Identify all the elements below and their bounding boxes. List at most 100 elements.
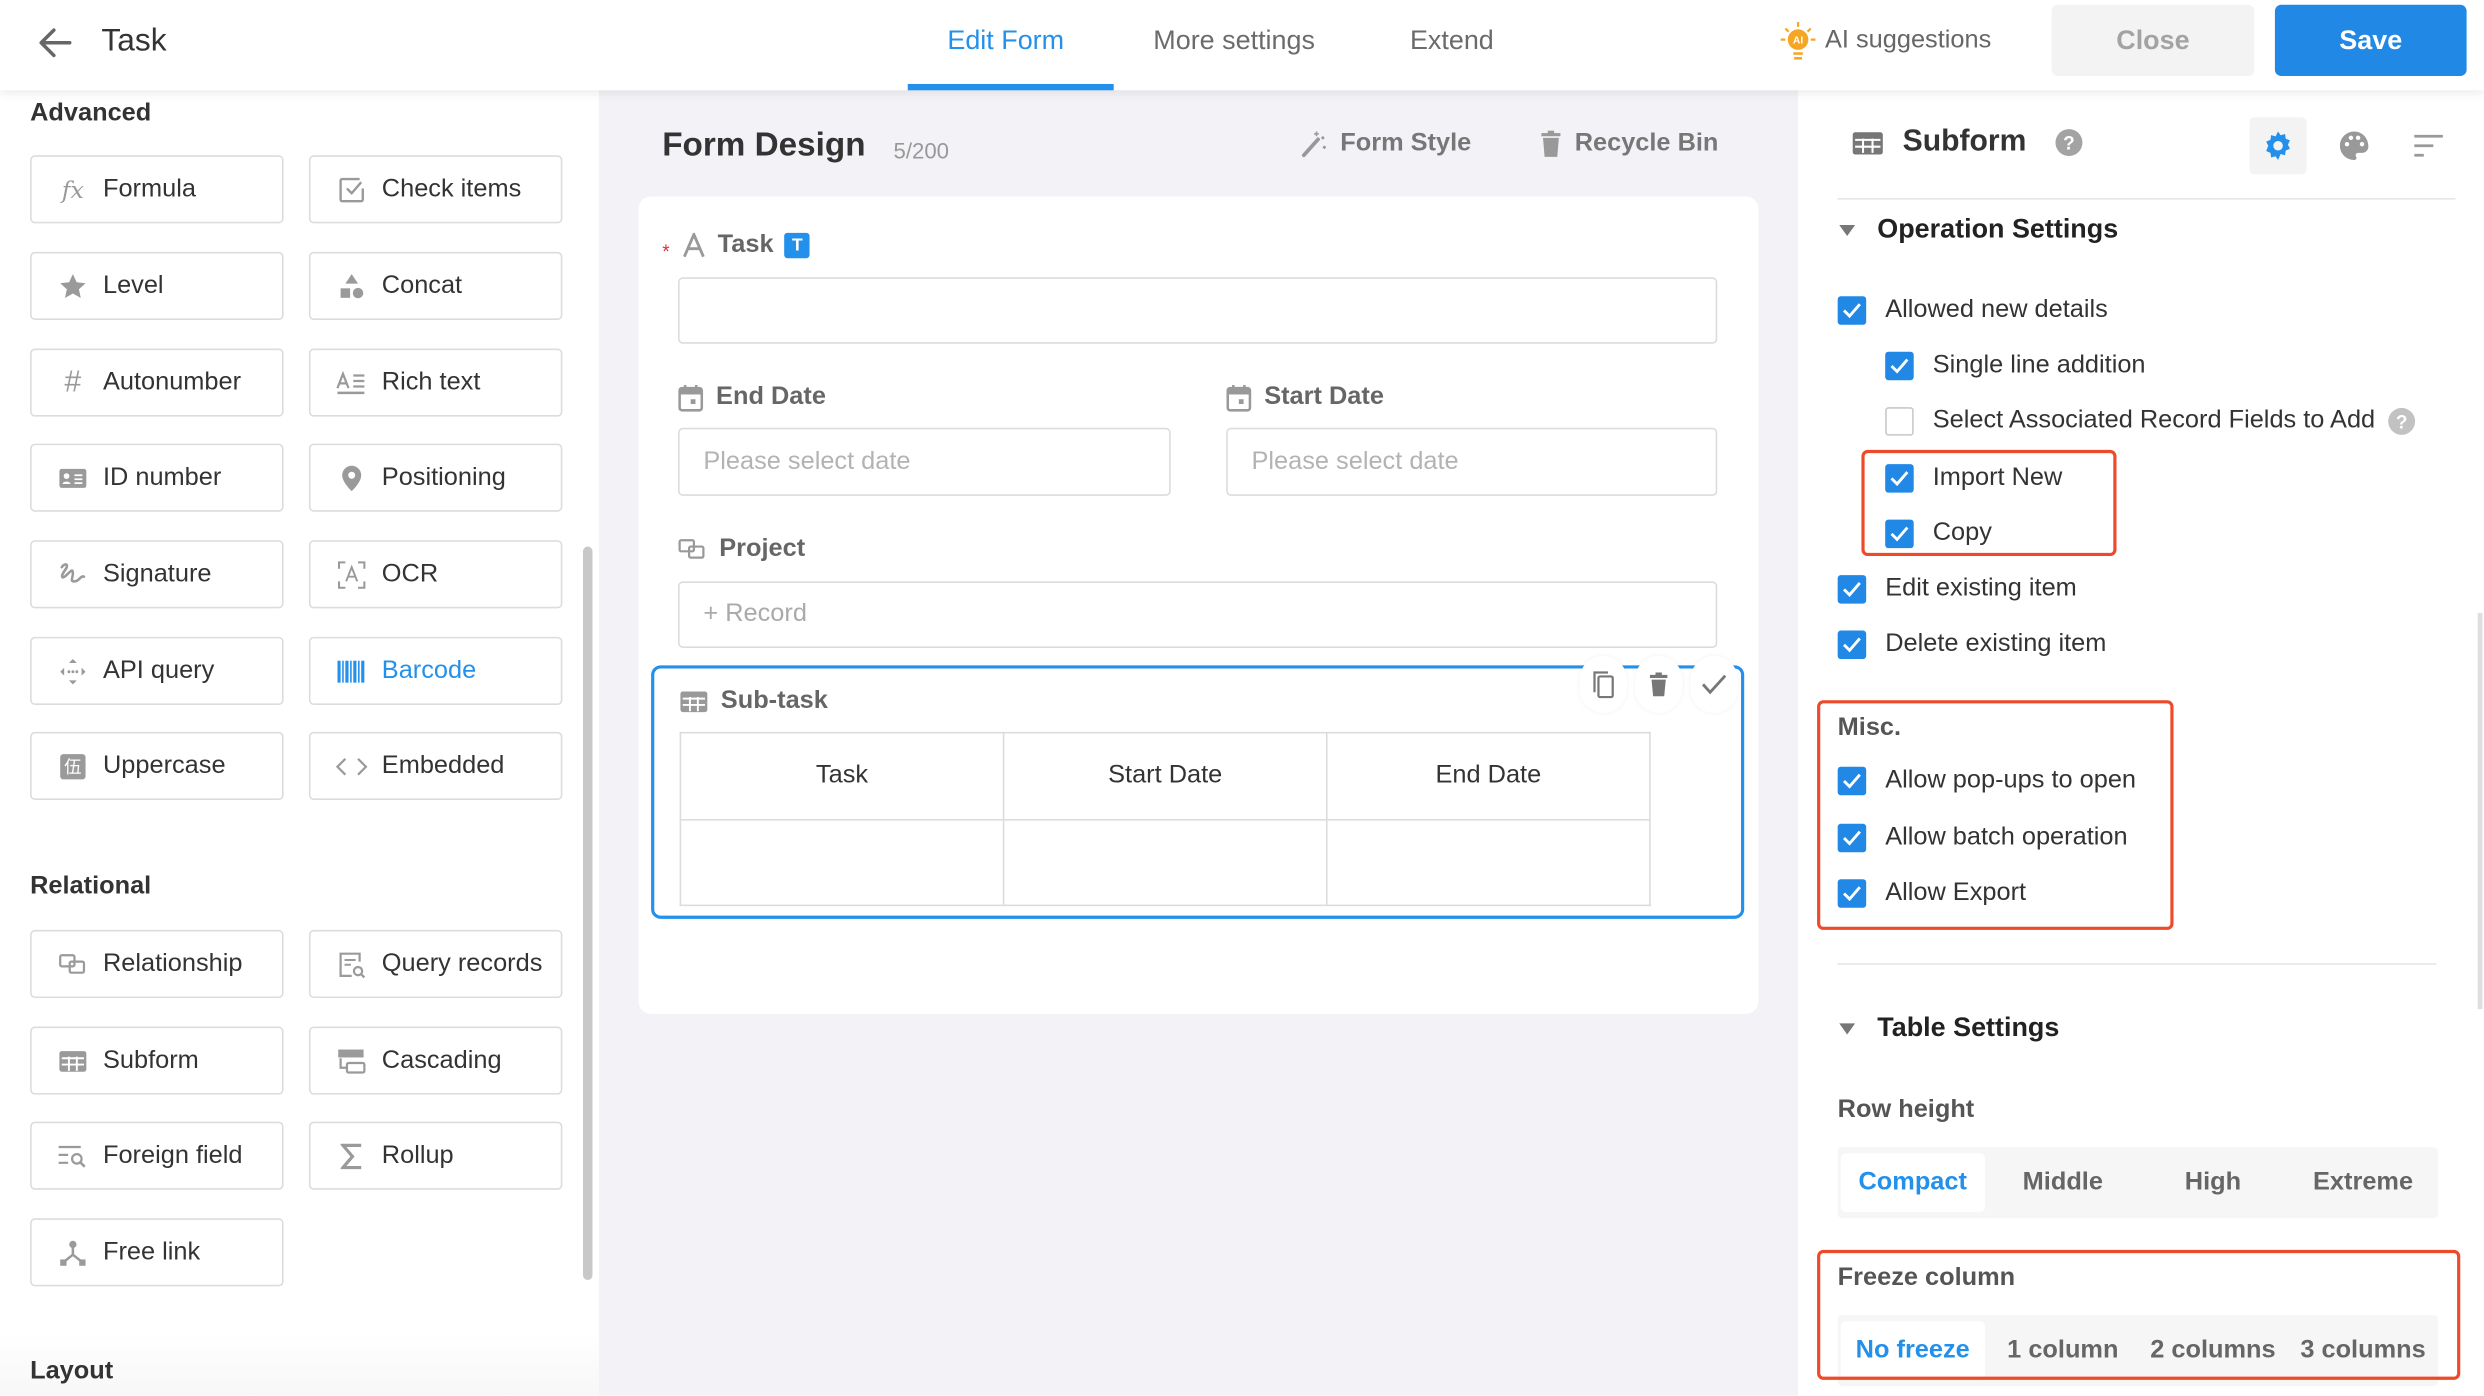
project-record-input[interactable]: + Record	[678, 581, 1718, 648]
freeze-1-column[interactable]: 1 column	[1991, 1321, 2135, 1380]
delete-field-button[interactable]	[1634, 655, 1683, 713]
help-icon[interactable]: ?	[2388, 407, 2417, 436]
component-rollup[interactable]: Rollup	[308, 1121, 563, 1190]
end-date-input[interactable]: Please select date	[678, 427, 1171, 496]
checkbox-allow-batch-operation[interactable]: Allow batch operation	[1837, 823, 2128, 853]
freeze-none[interactable]: No freeze	[1840, 1321, 1985, 1380]
component-foreign-field[interactable]: Foreign field	[30, 1121, 284, 1190]
row-height-high[interactable]: High	[2141, 1153, 2285, 1212]
delete-icon	[1649, 672, 1668, 697]
operation-settings-header[interactable]: Operation Settings	[1839, 214, 2118, 246]
component-query-records[interactable]: Query records	[308, 929, 563, 999]
checkbox-label: Delete existing item	[1885, 630, 2107, 658]
section-title-layout: Layout	[30, 1357, 114, 1385]
table-cell[interactable]	[1002, 819, 1328, 907]
column-header[interactable]: Task	[679, 731, 1005, 821]
column-header[interactable]: Start Date	[1002, 731, 1328, 821]
checkbox-checked-icon[interactable]	[1885, 464, 1914, 493]
copy-field-button[interactable]	[1579, 655, 1627, 713]
component-uppercase[interactable]: 伍 Uppercase	[30, 731, 284, 801]
row-height-extreme[interactable]: Extreme	[2291, 1153, 2435, 1212]
checkbox-label: Allow pop-ups to open	[1885, 766, 2137, 794]
component-relationship[interactable]: Relationship	[30, 929, 284, 999]
checkbox-delete-existing-item[interactable]: Delete existing item	[1837, 630, 2107, 660]
checkbox-unchecked-icon[interactable]	[1885, 407, 1914, 436]
checkbox-edit-existing-item[interactable]: Edit existing item	[1837, 575, 2077, 604]
checkbox-allow-export[interactable]: Allow Export	[1837, 879, 2026, 908]
checkbox-checked-icon[interactable]	[1885, 519, 1914, 549]
subtask-field-selected[interactable]: Sub-task Task Start Date End Date	[651, 655, 1745, 919]
panel-scrollbar[interactable]	[2477, 613, 2483, 1010]
shapes-icon	[333, 272, 371, 301]
checkbox-allowed-new-details[interactable]: Allowed new details	[1837, 296, 2108, 325]
settings-tab[interactable]	[2249, 117, 2307, 175]
checkbox-checked-icon[interactable]	[1837, 879, 1867, 908]
component-embedded[interactable]: Embedded	[308, 731, 563, 801]
component-api-query[interactable]: API query	[30, 636, 284, 705]
help-icon[interactable]: ?	[2055, 128, 2084, 157]
properties-title-text: Subform	[1902, 125, 2027, 159]
sidebar-scrollbar[interactable]	[582, 546, 593, 1281]
row-height-segmented: Compact Middle High Extreme	[1837, 1146, 2439, 1219]
table-settings-header[interactable]: Table Settings	[1839, 1012, 2059, 1044]
component-concat[interactable]: Concat	[308, 251, 563, 321]
checkbox-import-new[interactable]: Import New	[1885, 464, 2062, 493]
component-positioning[interactable]: Positioning	[308, 443, 563, 512]
freeze-3-columns[interactable]: 3 columns	[2291, 1321, 2435, 1380]
field-label-task[interactable]: Task T	[683, 231, 810, 260]
checkbox-select-associated-fields[interactable]: Select Associated Record Fields to Add ?	[1885, 407, 2416, 436]
table-grid-icon	[680, 691, 708, 713]
row-height-middle[interactable]: Middle	[1991, 1153, 2135, 1212]
component-autonumber[interactable]: # Autonumber	[30, 348, 284, 417]
table-cell[interactable]	[1325, 819, 1651, 907]
recycle-bin-button[interactable]: Recycle Bin	[1540, 130, 1718, 159]
checkbox-checked-icon[interactable]	[1837, 766, 1867, 796]
field-label-start-date[interactable]: Start Date	[1226, 383, 1384, 412]
properties-title: Subform ?	[1852, 125, 2083, 160]
sort-tab[interactable]	[2400, 117, 2457, 174]
style-tab[interactable]	[2326, 117, 2383, 174]
component-formula[interactable]: fx Formula	[30, 155, 284, 224]
ai-badge: AI	[1793, 36, 1803, 47]
checkbox-allow-popups[interactable]: Allow pop-ups to open	[1837, 766, 2137, 796]
component-level[interactable]: Level	[30, 251, 284, 321]
checkbox-copy[interactable]: Copy	[1885, 519, 1992, 549]
confirm-field-button[interactable]	[1690, 655, 1738, 713]
component-label: Signature	[102, 560, 212, 587]
checkbox-checked-icon[interactable]	[1837, 575, 1867, 604]
ai-suggestions-button[interactable]: AI AI suggestions	[1780, 19, 1991, 63]
freeze-2-columns[interactable]: 2 columns	[2141, 1321, 2285, 1380]
component-signature[interactable]: Signature	[30, 540, 284, 609]
column-header[interactable]: End Date	[1325, 731, 1651, 821]
component-cascading[interactable]: Cascading	[308, 1026, 563, 1095]
component-ocr[interactable]: OCR	[308, 540, 563, 609]
row-height-compact[interactable]: Compact	[1840, 1153, 1985, 1212]
start-date-input[interactable]: Please select date	[1226, 427, 1718, 496]
field-label-project[interactable]: Project	[678, 535, 805, 564]
tab-edit-form[interactable]: Edit Form	[947, 25, 1064, 57]
palette-icon	[2339, 131, 2369, 161]
checkbox-checked-icon[interactable]	[1837, 823, 1867, 853]
task-input[interactable]	[678, 277, 1718, 344]
checkbox-checked-icon[interactable]	[1837, 296, 1867, 325]
component-check-items[interactable]: Check items	[308, 155, 563, 224]
table-cell[interactable]	[679, 819, 1005, 907]
back-button[interactable]	[35, 22, 76, 63]
table-header-row: Task Start Date End Date	[679, 731, 1651, 821]
checkbox-single-line-addition[interactable]: Single line addition	[1885, 351, 2146, 381]
close-button[interactable]: Close	[2051, 4, 2255, 77]
component-free-link[interactable]: Free link	[30, 1218, 284, 1287]
checkbox-checked-icon[interactable]	[1837, 630, 1867, 660]
save-button[interactable]: Save	[2274, 4, 2467, 77]
form-style-label: Form Style	[1340, 129, 1472, 157]
checkbox-label: Allow batch operation	[1885, 823, 2128, 851]
form-style-button[interactable]: Form Style	[1299, 130, 1471, 159]
field-label-end-date[interactable]: End Date	[678, 383, 826, 412]
component-id-number[interactable]: ID number	[30, 443, 284, 512]
checkbox-checked-icon[interactable]	[1885, 351, 1914, 381]
component-rich-text[interactable]: Rich text	[308, 348, 563, 417]
component-subform[interactable]: Subform	[30, 1026, 284, 1095]
component-barcode[interactable]: Barcode	[308, 636, 563, 705]
tab-extend[interactable]: Extend	[1410, 25, 1494, 57]
tab-more-settings[interactable]: More settings	[1153, 25, 1315, 57]
